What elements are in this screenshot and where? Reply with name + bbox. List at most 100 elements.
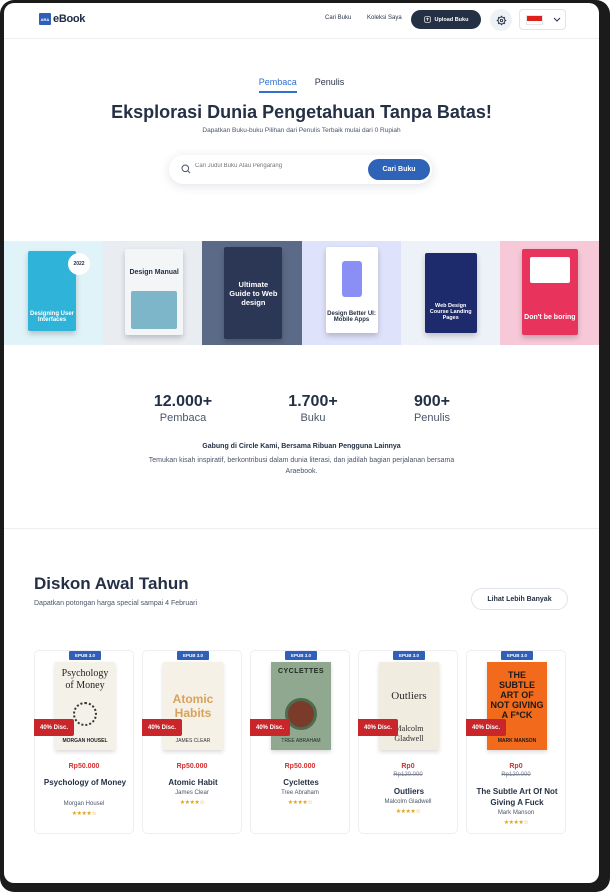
rating-stars: ★★★★☆ [503,820,529,826]
indonesia-flag-icon [526,14,543,25]
banner-book-title: Designing User Interfaces [29,311,74,323]
book-title: Cyclettes [283,778,319,787]
book-card[interactable]: EPUB 3.0 Outliers Malcolm Gladwell 40% D… [358,650,458,834]
banner-cover-2[interactable]: Design Manual [103,241,203,345]
cover-author: JAMES CLEAR [175,738,211,744]
cover-title: CYCLETTES [277,668,325,675]
search-button[interactable]: Cari Buku [368,159,430,180]
format-badge: EPUB 3.0 [285,651,317,660]
language-selector[interactable] [519,9,566,30]
tab-penulis[interactable]: Penulis [315,77,345,93]
banner-cover-6[interactable]: Don't be boring [499,241,599,345]
format-badge: EPUB 3.0 [177,651,209,660]
rating-stars: ★★★★☆ [71,811,97,817]
book-author: Tree Abraham [281,790,319,796]
banner-book-title: Web Design Course Landing Pages [429,303,472,321]
stat-label: Penulis [413,412,451,424]
book-title: Atomic Habit [168,778,218,787]
book-price: Rp50.000 [176,763,208,770]
banner-phone-art [341,261,362,297]
banner-book-art [131,291,178,329]
book-price: Rp0 [509,763,523,770]
stat-books: 1.700+ Buku [263,393,363,424]
book-price: Rp50.000 [68,763,100,770]
banner-book-title: Don't be boring [524,314,576,321]
banner-book-title: Ultimate Guide to Web design [229,279,278,307]
discount-badge: 40% Disc. [142,719,182,736]
discount-badge: 40% Disc. [466,719,506,736]
logo-mark: ARA [39,13,51,25]
rating-stars: ★★★★☆ [179,800,205,806]
book-card[interactable]: EPUB 3.0 CYCLETTES TREE ABRAHAM 40% Disc… [250,650,350,834]
search-icon [181,164,191,174]
chevron-down-icon [553,17,561,22]
book-title: Outliers [393,787,425,796]
stat-label: Pembaca [159,412,207,424]
banner-book-art [529,257,570,283]
book-cover: CYCLETTES TREE ABRAHAM [271,662,331,750]
book-author: James Clear [175,790,209,796]
upload-icon [423,16,431,23]
banner-book-title: Design Better UI: Mobile Apps [327,311,376,323]
cover-author: TREE ABRAHAM [281,738,321,744]
window-frame: ARA eBook Cari Buku Koleksi Saya Upload … [0,0,610,892]
see-more-button[interactable]: Lihat Lebih Banyak [471,588,568,610]
format-badge: EPUB 3.0 [501,651,533,660]
book-old-price: Rp120.000 [393,772,423,778]
cover-author: MARK MANSON [497,738,537,744]
book-card[interactable]: EPUB 3.0 Atomic Habits JAMES CLEAR 40% D… [142,650,242,834]
discount-section-subtitle: Dapatkan potongan harga special sampai 4… [34,600,198,607]
hero-title: Eksplorasi Dunia Pengetahuan Tanpa Batas… [111,102,492,122]
book-author: Mark Manson [497,810,535,816]
book-title: The Subtle Art Of Not Giving A Fuck [476,787,558,807]
banner-cover-5[interactable]: Web Design Course Landing Pages [400,241,500,345]
banner-cover-1[interactable]: Designing User Interfaces 2022 [4,241,104,345]
logo[interactable]: ARA eBook [39,13,85,25]
upload-book-label: Upload Buku [434,16,469,23]
discount-badge: 40% Disc. [34,719,74,736]
book-old-price: Rp120.000 [501,772,531,778]
discount-badge: 40% Disc. [250,719,290,736]
settings-button[interactable] [490,9,512,31]
nav-link-koleksi-saya[interactable]: Koleksi Saya [367,15,402,21]
cover-art [73,702,97,726]
stat-value: 1.700+ [288,393,338,410]
book-author: Morgan Housel [63,801,105,807]
book-title: Psychology of Money [43,778,127,787]
search-input[interactable] [195,163,355,169]
discount-section-title: Diskon Awal Tahun [34,574,189,593]
banner-book-title: Design Manual [129,269,179,276]
book-price: Rp0 [401,763,415,770]
rating-stars: ★★★★☆ [287,800,313,806]
stat-label: Buku [300,412,326,424]
logo-text: eBook [53,13,86,25]
cover-title: Atomic Habits [172,692,214,720]
hero-subtitle: Dapatkan Buku-buku Pilihan dari Penulis … [202,127,401,134]
banner-book-3: Ultimate Guide to Web design [224,247,283,339]
rating-stars: ★★★★☆ [395,809,421,815]
cover-title: THE SUBTLE ART OF NOT GIVING A F*CK [490,670,544,720]
stat-writers: 900+ Penulis [382,393,482,424]
book-cover: Psychology of Money MORGAN HOUSEL [55,662,115,750]
banner-cover-3[interactable]: Ultimate Guide to Web design [202,241,302,345]
top-navbar: ARA eBook Cari Buku Koleksi Saya Upload … [4,3,599,39]
discount-badge: 40% Disc. [358,719,398,736]
book-banner: Designing User Interfaces 2022 Design Ma… [4,241,599,345]
book-card[interactable]: EPUB 3.0 THE SUBTLE ART OF NOT GIVING A … [466,650,566,834]
join-description: Temukan kisah inspiratif, berkontribusi … [148,457,455,475]
book-author: Malcolm Gladwell [384,799,432,805]
join-title: Gabung di Circle Kami, Bersama Ribuan Pe… [202,443,401,450]
banner-cover-4[interactable]: Design Better UI: Mobile Apps [301,241,401,345]
stat-readers: 12.000+ Pembaca [133,393,233,424]
tab-pembaca[interactable]: Pembaca [258,77,297,93]
format-badge: EPUB 3.0 [69,651,101,660]
book-card[interactable]: EPUB 3.0 Psychology of Money MORGAN HOUS… [34,650,134,834]
book-cover: Outliers Malcolm Gladwell [379,662,439,750]
book-cover: THE SUBTLE ART OF NOT GIVING A F*CK MARK… [487,662,547,750]
cover-title: Psychology of Money [61,668,109,691]
nav-link-cari-buku[interactable]: Cari Buku [325,15,351,21]
book-cover: Atomic Habits JAMES CLEAR [163,662,223,750]
stat-value: 12.000+ [153,393,213,410]
upload-book-button[interactable]: Upload Buku [411,10,481,29]
audience-tabs: Pembaca Penulis [4,77,599,93]
